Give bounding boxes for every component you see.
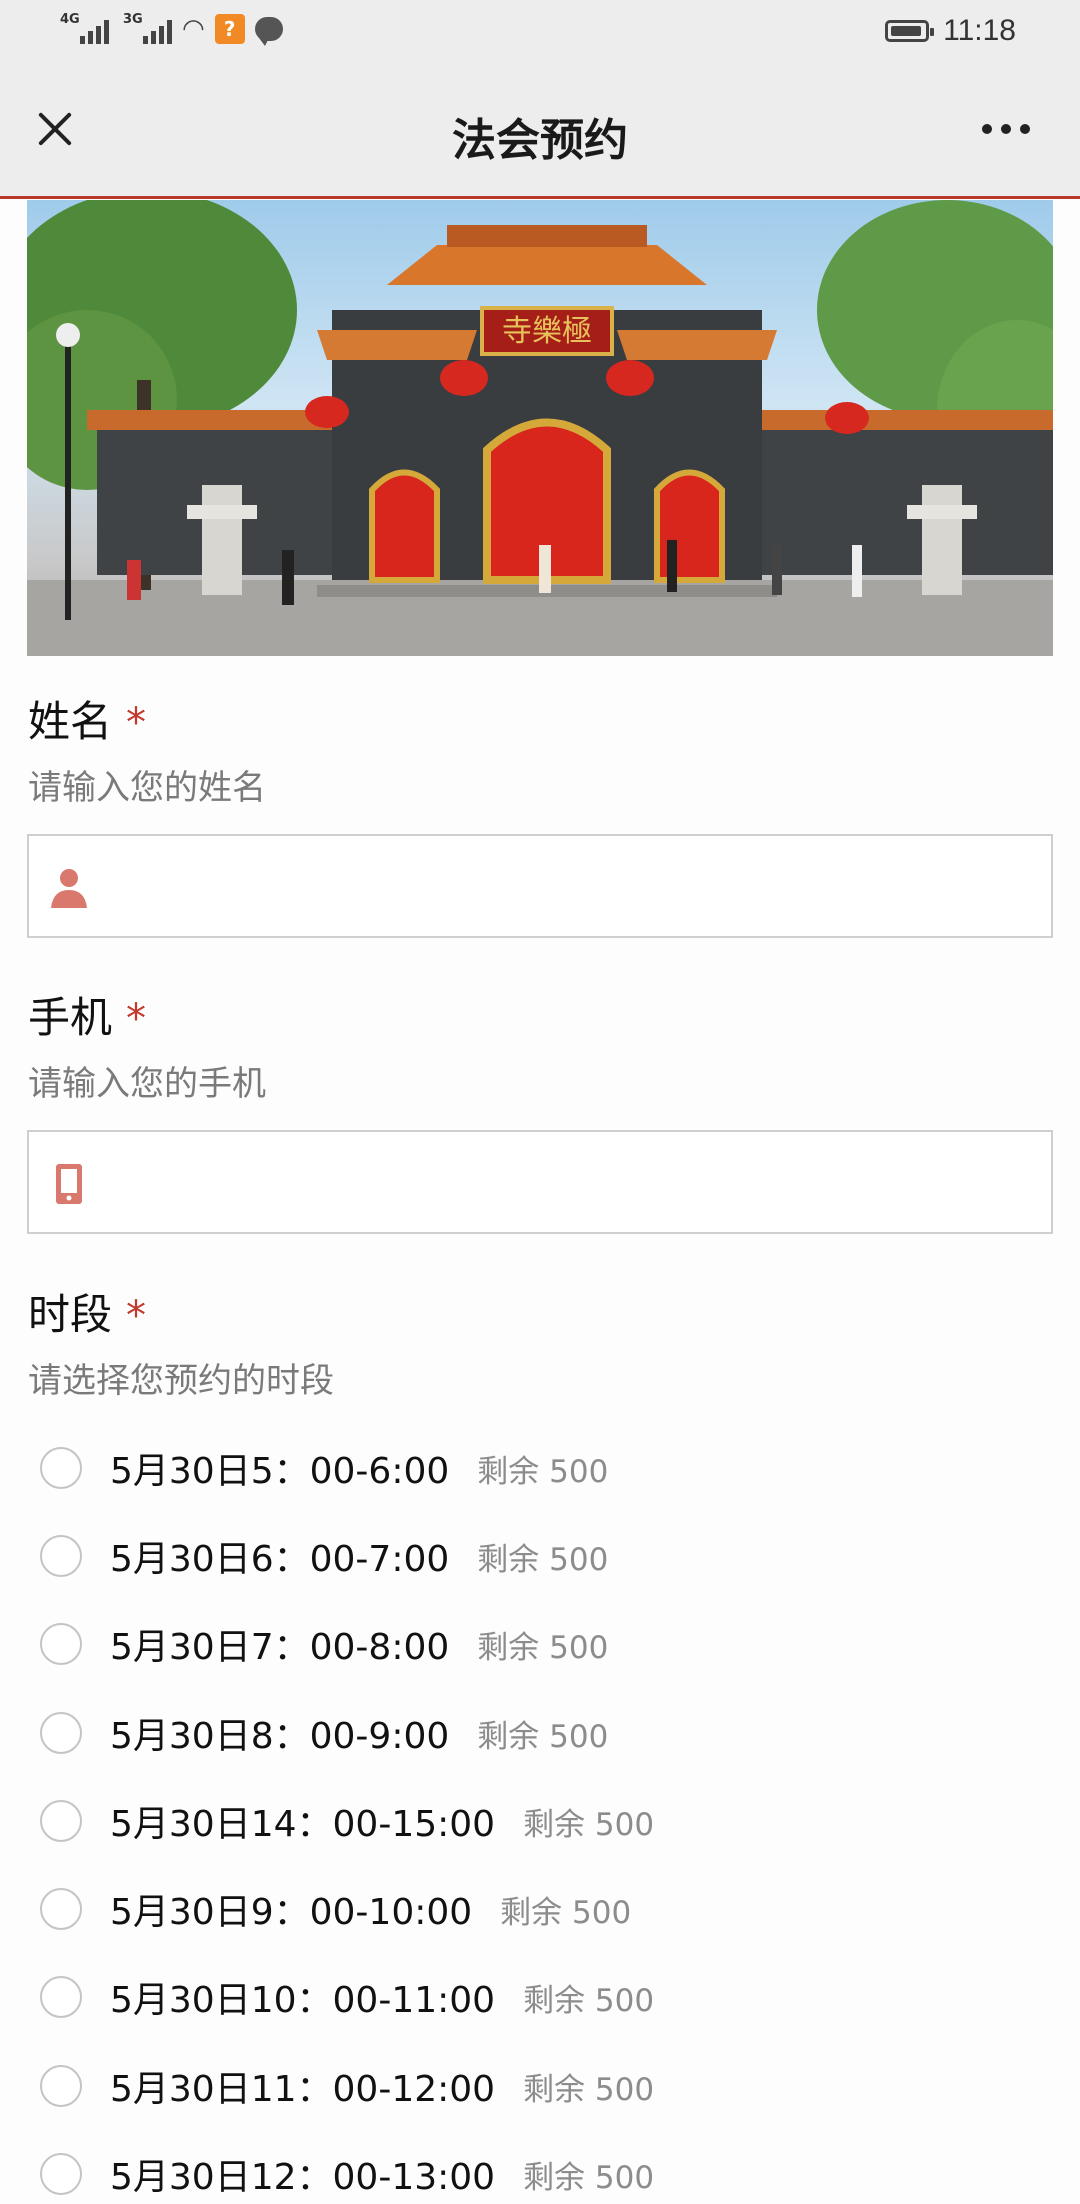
name-field-label: 姓名 * — [28, 688, 146, 749]
radio-button[interactable] — [40, 1976, 82, 2018]
status-time: 11:18 — [943, 14, 1016, 47]
status-bar: 4G 3G ◠ ? 11:18 — [0, 0, 1080, 66]
slot-option[interactable]: 5月30日12：00-13:00 剩余 500 — [40, 2146, 654, 2202]
slot-remaining: 剩余 500 — [523, 2071, 655, 2108]
radio-button[interactable] — [40, 1623, 82, 1665]
message-notification-icon — [254, 17, 283, 46]
radio-button[interactable] — [40, 2153, 82, 2195]
required-mark: * — [126, 996, 147, 1042]
slot-field-label: 时段 * — [28, 1281, 146, 1342]
slot-remaining: 剩余 500 — [477, 1541, 609, 1578]
signal-3g-icon: 3G — [123, 12, 172, 44]
slot-option-label: 5月30日11：00-12:00 — [110, 2069, 496, 2110]
wifi-icon: ◠ — [182, 14, 205, 44]
battery-icon — [885, 20, 935, 42]
slot-option-label: 5月30日10：00-11:00 — [110, 1980, 496, 2021]
slot-option[interactable]: 5月30日6：00-7:00 剩余 500 — [40, 1528, 608, 1584]
page-title: 法会预约 — [452, 115, 628, 166]
radio-button[interactable] — [40, 1535, 82, 1577]
radio-button[interactable] — [40, 1447, 82, 1489]
required-mark: * — [126, 700, 147, 746]
slot-option-label: 5月30日5：00-6:00 — [110, 1451, 450, 1492]
slot-option[interactable]: 5月30日9：00-10:00 剩余 500 — [40, 1881, 631, 1937]
slot-option[interactable]: 5月30日10：00-11:00 剩余 500 — [40, 1969, 654, 2025]
slot-remaining: 剩余 500 — [523, 1982, 655, 2019]
radio-button[interactable] — [40, 1800, 82, 1842]
person-icon — [51, 869, 87, 908]
slot-remaining: 剩余 500 — [523, 1806, 655, 1843]
temple-plaque-text: 寺樂極 — [502, 314, 592, 349]
phone-field-label: 手机 * — [28, 984, 146, 1045]
slot-option-label: 5月30日12：00-13:00 — [110, 2157, 496, 2198]
slot-option[interactable]: 5月30日5：00-6:00 剩余 500 — [40, 1440, 608, 1496]
name-field-hint: 请输入您的姓名 — [28, 768, 266, 808]
slot-remaining: 剩余 500 — [477, 1629, 609, 1666]
status-icons-left: 4G 3G ◠ ? — [60, 12, 283, 46]
slot-remaining: 剩余 500 — [500, 1894, 632, 1931]
phone-label-text: 手机 — [28, 993, 113, 1042]
signal-4g-icon: 4G — [60, 12, 109, 44]
slot-option[interactable]: 5月30日14：00-15:00 剩余 500 — [40, 1793, 654, 1849]
phone-field-hint: 请输入您的手机 — [28, 1064, 266, 1104]
app-notification-icon: ? — [214, 14, 245, 44]
slot-field-hint: 请选择您预约的时段 — [28, 1361, 334, 1401]
phone-icon — [56, 1164, 82, 1204]
slot-option-label: 5月30日9：00-10:00 — [110, 1892, 473, 1933]
slot-remaining: 剩余 500 — [523, 2159, 655, 2196]
slot-option[interactable]: 5月30日8：00-9:00 剩余 500 — [40, 1705, 608, 1761]
network-type-label: 3G — [123, 12, 143, 27]
slot-option-label: 5月30日8：00-9:00 — [110, 1716, 450, 1757]
temple-illustration: 寺樂極 — [27, 200, 1053, 656]
slot-label-text: 时段 — [28, 1290, 113, 1339]
name-label-text: 姓名 — [28, 697, 113, 746]
more-options-icon[interactable] — [982, 124, 1030, 134]
temple-banner-image: 寺樂極 — [27, 200, 1053, 656]
status-icons-right: 11:18 — [885, 14, 1016, 48]
slot-option-label: 5月30日6：00-7:00 — [110, 1539, 450, 1580]
slot-remaining: 剩余 500 — [477, 1718, 609, 1755]
slot-option[interactable]: 5月30日11：00-12:00 剩余 500 — [40, 2058, 654, 2114]
network-type-label: 4G — [60, 12, 80, 27]
radio-button[interactable] — [40, 1888, 82, 1930]
name-input[interactable] — [27, 834, 1053, 938]
slot-option[interactable]: 5月30日7：00-8:00 剩余 500 — [40, 1616, 608, 1672]
required-mark: * — [126, 1293, 147, 1339]
slot-option-label: 5月30日7：00-8:00 — [110, 1627, 450, 1668]
nav-bar: 法会预约 — [0, 66, 1080, 199]
radio-button[interactable] — [40, 1712, 82, 1754]
slot-remaining: 剩余 500 — [477, 1453, 609, 1490]
slot-option-label: 5月30日14：00-15:00 — [110, 1804, 496, 1845]
radio-button[interactable] — [40, 2065, 82, 2107]
phone-input[interactable] — [27, 1130, 1053, 1234]
